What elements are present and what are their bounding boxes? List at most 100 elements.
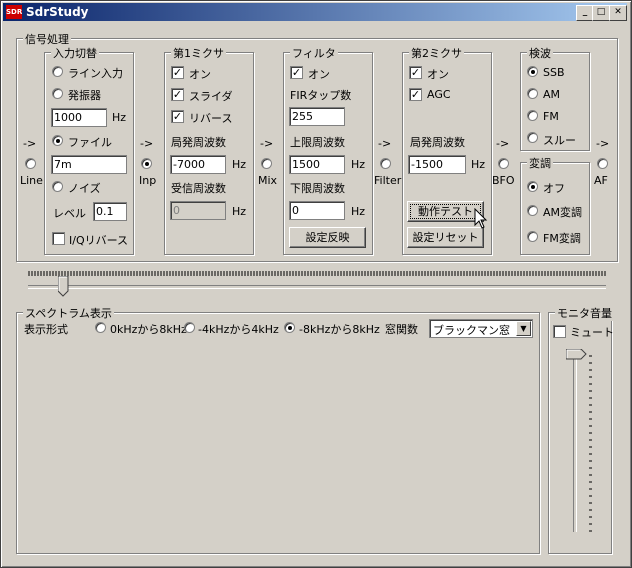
window-function-label: 窓関数 [385,323,418,336]
operation-test-button[interactable]: 動作テスト [407,201,484,222]
mixer2-lo-input[interactable]: -1500 [408,155,466,174]
agc-checkbox[interactable]: ✓ [409,88,422,101]
spectrum-group: スペクトラム表示 [16,305,540,554]
filter-on-label: オン [308,68,330,81]
fm-mod-radio[interactable] [527,231,538,242]
iq-reverse-label: I/Qリバース [69,234,129,247]
freq-slider-track[interactable] [28,285,606,289]
agc-label: AGC [427,88,451,101]
range-4-4k-label: -4kHzから4kHz [198,323,279,336]
tap-bfo-radio[interactable] [498,158,509,169]
freq-slider-ticks [28,271,606,276]
filter-group: フィルタ [283,45,373,255]
window-function-value: ブラックマン窓 [433,324,510,337]
mixer1-group: 第1ミクサ [164,45,254,255]
range-8-8k-radio[interactable] [284,322,295,333]
tap-inp-radio[interactable] [141,158,152,169]
ssb-radio[interactable] [527,66,538,77]
mixer1-reverse-checkbox[interactable]: ✓ [171,110,184,123]
tap-filter-label: Filter [374,174,402,187]
mixer2-title: 第2ミクサ [409,45,464,61]
filter-on-checkbox[interactable]: ✓ [290,66,303,79]
mixer1-slider-checkbox[interactable]: ✓ [171,88,184,101]
file-name-input[interactable]: 7m [51,155,127,174]
apply-settings-button[interactable]: 設定反映 [289,227,366,248]
mixer1-rx-input: 0 [170,201,226,220]
upper-freq-input[interactable]: 1500 [289,155,345,174]
through-label: スルー [543,134,576,147]
mixer1-title: 第1ミクサ [171,45,226,61]
mixer2-on-label: オン [427,68,449,81]
mixer1-rx-label: 受信周波数 [171,182,226,195]
am-detect-radio[interactable] [527,88,538,99]
line-in-label: ライン入力 [68,67,123,80]
upper-hz-label: Hz [351,158,366,171]
mixer1-lo-input[interactable]: -7000 [170,155,226,174]
maximize-button[interactable]: □ [592,5,610,21]
fir-taps-label: FIRタップ数 [290,89,352,102]
monitor-volume-title: モニタ音量 [555,305,614,321]
volume-slider-track[interactable] [573,356,577,532]
tap-af-label: AF [594,174,608,187]
tap-line-label: Line [20,174,43,187]
lower-freq-label: 下限周波数 [290,182,345,195]
tap-inp-label: Inp [139,174,157,187]
app-icon: SDR [6,5,22,19]
title-bar[interactable]: SDR SdrStudy _ □ ✕ [3,3,627,21]
window-function-select[interactable]: ブラックマン窓 ▼ [429,319,533,338]
tap-mix-label: Mix [258,174,278,187]
filter-title: フィルタ [290,45,338,61]
tap-filter-radio[interactable] [380,158,391,169]
mixer1-rx-hz-label: Hz [232,205,247,218]
fm-detect-radio[interactable] [527,110,538,121]
mouse-cursor-icon [474,208,488,229]
oscillator-radio[interactable] [52,88,63,99]
oscillator-frequency-input[interactable]: 1000 [51,108,107,127]
input-select-group: 入力切替 [44,45,134,255]
detector-title: 検波 [527,45,553,61]
tap-arrow-af: -> [596,137,610,150]
range-0-8k-label: 0kHzから8kHz [110,323,187,336]
mixer1-on-checkbox[interactable]: ✓ [171,66,184,79]
am-mod-label: AM変調 [543,206,583,219]
level-label: レベル [53,207,86,220]
tap-line-radio[interactable] [25,158,36,169]
am-mod-radio[interactable] [527,205,538,216]
range-4-4k-radio[interactable] [184,322,195,333]
mixer2-on-checkbox[interactable]: ✓ [409,66,422,79]
freq-slider-thumb[interactable] [58,276,69,297]
am-detect-label: AM [543,88,561,101]
tap-arrow-mix: -> [260,137,274,150]
close-button[interactable]: ✕ [609,5,627,21]
ssb-label: SSB [543,66,565,79]
range-0-8k-radio[interactable] [95,322,106,333]
window-title: SdrStudy [26,5,89,19]
mixer1-lo-hz-label: Hz [232,158,247,171]
tap-arrow-line: -> [23,137,37,150]
tap-mix-radio[interactable] [261,158,272,169]
mixer1-reverse-label: リバース [189,112,233,125]
tap-af-radio[interactable] [597,158,608,169]
iq-reverse-checkbox[interactable] [52,232,65,245]
fir-taps-input[interactable]: 255 [289,107,345,126]
mixer1-lo-label: 局発周波数 [171,136,226,149]
upper-freq-label: 上限周波数 [290,136,345,149]
mod-off-radio[interactable] [527,181,538,192]
noise-label: ノイズ [68,182,101,195]
chevron-down-icon[interactable]: ▼ [516,321,531,336]
volume-slider-thumb[interactable] [566,349,587,360]
oscillator-hz-label: Hz [112,111,127,124]
mute-checkbox[interactable] [553,325,566,338]
level-input[interactable]: 0.1 [93,202,127,221]
file-radio[interactable] [52,135,63,146]
volume-slider-ticks [589,355,592,532]
tap-bfo-label: BFO [492,174,515,187]
modulation-title: 変調 [527,155,553,171]
reset-settings-button[interactable]: 設定リセット [407,227,484,248]
line-in-radio[interactable] [52,66,63,77]
noise-radio[interactable] [52,181,63,192]
file-label: ファイル [68,136,112,149]
lower-freq-input[interactable]: 0 [289,201,345,220]
through-radio[interactable] [527,132,538,143]
tap-arrow-filter: -> [378,137,392,150]
